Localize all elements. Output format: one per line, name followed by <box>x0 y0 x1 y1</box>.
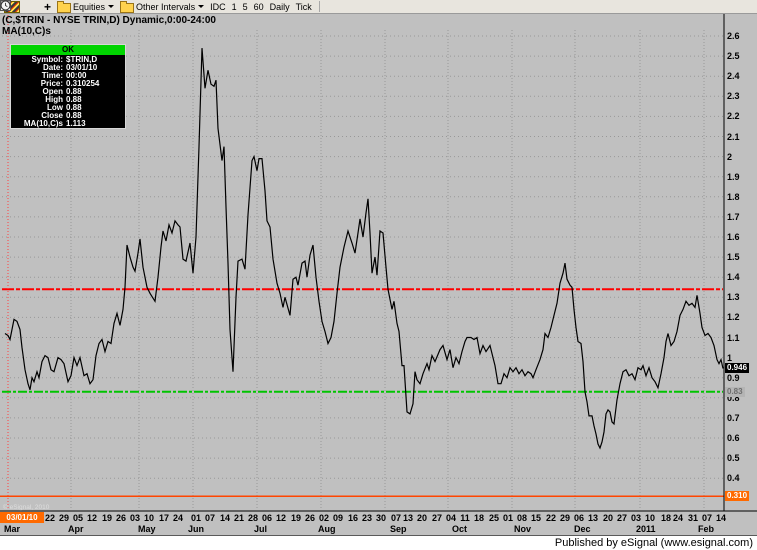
time-axis-month-label: Aug <box>318 524 336 534</box>
data-inspector-tooltip: OK Symbol: $TRIN,D Date: 03/01/10 Time: 00:00… <box>10 44 126 129</box>
interval-button-5min[interactable]: 5 <box>0 0 250 13</box>
price-axis-badge: 0.310 <box>725 491 750 502</box>
interval-button-daily[interactable]: Daily <box>0 0 292 13</box>
window-properties-button[interactable] <box>0 0 40 13</box>
chart-indicator-label: MA(10,C)s <box>2 26 51 37</box>
folder-icon <box>120 0 135 13</box>
price-axis-label: 0.4 <box>727 473 740 484</box>
price-axis-badge: 0.946 <box>725 363 750 374</box>
interval-button-tick[interactable]: Tick <box>0 0 314 13</box>
time-axis-month-label: Feb <box>698 524 715 534</box>
tooltip-row: MA(10,C)s 1.113 <box>23 119 86 128</box>
folder-icon <box>57 0 72 13</box>
time-axis-month-label: Jun <box>188 524 205 534</box>
price-axis-label: 1.9 <box>727 171 740 182</box>
interval-button-idc[interactable]: IDC <box>0 0 228 13</box>
time-axis-label: 14 <box>715 513 726 523</box>
price-axis-label: 2 <box>727 151 733 162</box>
price-axis-badge: 0.83 <box>725 386 745 397</box>
interval-label: Daily <box>269 1 290 12</box>
price-axis-label: 1.2 <box>727 312 740 323</box>
price-axis-label: 0.7 <box>727 412 740 423</box>
add-symbol-button[interactable]: + <box>42 1 53 13</box>
equities-menu-button[interactable]: Equities <box>55 0 116 13</box>
toolbar: + Equities Other Intervals IDC 1 5 60 Da… <box>0 0 757 14</box>
other-intervals-menu-label: Other Intervals <box>136 1 196 12</box>
price-axis-label: 2.3 <box>727 91 740 102</box>
price-axis-label: 2.4 <box>727 71 740 82</box>
price-axis-label: 0.5 <box>727 453 740 464</box>
clock-icon <box>0 0 11 11</box>
tile-windows-button[interactable] <box>0 0 28 13</box>
price-axis-label: 2.6 <box>727 31 740 41</box>
chevron-down-icon <box>198 5 205 8</box>
published-by-label: Published by eSignal (www.esignal.com) <box>554 537 753 549</box>
price-axis-label: 1.5 <box>727 252 740 263</box>
time-axis-month-label: May <box>138 524 156 534</box>
chart-title: (C,$TRIN - NYSE TRIN,D) Dynamic,0:00-24:… <box>2 15 216 26</box>
interval-button-60min[interactable]: 60 <box>0 0 266 13</box>
price-axis-label: 0.9 <box>727 372 740 383</box>
crosshair-date-badge: 03/01/10 <box>0 512 44 523</box>
price-axis-label: 1.4 <box>727 272 740 283</box>
price-axis-label: 1.7 <box>727 211 740 222</box>
interval-label: Tick <box>295 1 312 12</box>
chevron-down-icon <box>108 5 115 8</box>
time-axis-month-label: 2011 <box>636 524 656 534</box>
time-axis-month-label: Oct <box>452 524 468 534</box>
time-axis-month-label: Sep <box>390 524 407 534</box>
price-axis-label: 2.2 <box>727 111 740 122</box>
interval-label: 1 <box>231 1 237 12</box>
time-axis-month-label: Jul <box>254 524 268 534</box>
price-axis-label: 1.8 <box>727 191 740 202</box>
interval-label: 60 <box>253 1 264 12</box>
price-axis-label: 0.6 <box>727 433 740 443</box>
time-axis-month-label: Mar <box>4 524 21 534</box>
price-axis-label: 2.1 <box>727 131 740 142</box>
interval-button-1min[interactable]: 1 <box>0 0 239 13</box>
time-axis-month-label: Nov <box>514 524 532 534</box>
time-axis-month-label: Dec <box>574 524 591 534</box>
new-chart-button[interactable] <box>0 0 34 13</box>
tooltip-body: Symbol: $TRIN,D Date: 03/01/10 Time: 00:00 Pri… <box>11 56 125 128</box>
other-intervals-menu-button[interactable]: Other Intervals <box>118 0 206 13</box>
toolbar-separator <box>318 1 320 12</box>
esignal-watermark: © eSignal, 2010 <box>3 504 50 511</box>
time-axis-month-label: Apr <box>68 524 84 534</box>
price-axis-label: 2.5 <box>727 51 740 62</box>
status-bar: Published by eSignal (www.esignal.com) <box>0 535 757 550</box>
interval-label: 5 <box>242 1 248 12</box>
equities-menu-label: Equities <box>73 1 106 12</box>
price-axis-label: 1.6 <box>727 232 740 242</box>
price-axis-label: 1 <box>727 352 733 363</box>
price-axis-label: 1.3 <box>727 292 740 303</box>
interval-label: IDC <box>210 1 226 12</box>
price-axis-label: 1.1 <box>727 332 740 343</box>
